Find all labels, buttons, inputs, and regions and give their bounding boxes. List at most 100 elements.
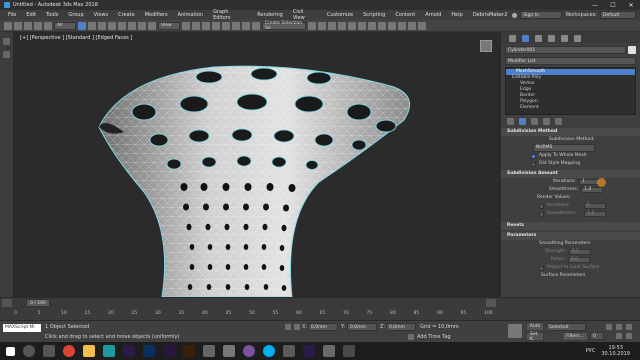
select-place-icon[interactable] xyxy=(148,21,156,30)
select-by-name-icon[interactable] xyxy=(88,21,96,30)
menu-tools[interactable]: Tools xyxy=(41,12,63,18)
app-icon-generic-2[interactable] xyxy=(223,345,235,357)
rectangular-selection-icon[interactable] xyxy=(98,21,106,30)
render-iterations-checkbox[interactable] xyxy=(539,203,544,209)
time-slider-prev[interactable] xyxy=(2,299,12,307)
menu-scripting[interactable]: Scripting xyxy=(358,12,390,18)
render-production-icon[interactable] xyxy=(398,21,406,30)
add-time-tag-label[interactable]: Add Time Tag xyxy=(417,334,451,340)
windows-start-icon[interactable] xyxy=(6,346,15,356)
apply-whole-mesh-checkbox[interactable] xyxy=(531,153,536,159)
spinner-snap-icon[interactable] xyxy=(242,21,250,30)
window-crossing-icon[interactable] xyxy=(108,21,116,30)
app-icon-generic-3[interactable] xyxy=(283,345,295,357)
material-editor-icon[interactable] xyxy=(368,21,376,30)
remove-modifier-icon[interactable] xyxy=(543,118,550,125)
show-end-result-icon[interactable] xyxy=(519,118,526,125)
after-effects-icon[interactable] xyxy=(163,345,175,357)
render-smoothness-checkbox[interactable] xyxy=(539,211,544,217)
edit-named-selection-icon[interactable] xyxy=(252,21,260,30)
select-rotate-icon[interactable] xyxy=(128,21,136,30)
menu-help[interactable]: Help xyxy=(446,12,467,18)
render-iterations-spinner[interactable]: 0 xyxy=(583,203,606,209)
pin-stack-icon[interactable] xyxy=(507,118,514,125)
track-bar[interactable]: 0 5 10 15 20 25 30 35 40 45 50 55 60 65 70 75 80 85 90 95 10… xyxy=(0,308,640,320)
modifier-list-dropdown[interactable]: Modifier List xyxy=(505,57,636,65)
subdivision-method-header[interactable]: Subdivision Method xyxy=(501,128,640,136)
motion-tab-icon[interactable] xyxy=(548,35,555,42)
resets-header[interactable]: Resets xyxy=(501,222,640,230)
bind-space-warp-icon[interactable] xyxy=(44,21,52,30)
smoothness-spinner[interactable]: 1,0 xyxy=(581,187,604,193)
modify-tab-icon[interactable] xyxy=(522,35,529,42)
keyboard-shortcut-icon[interactable] xyxy=(202,21,210,30)
maximize-button[interactable]: ☐ xyxy=(604,2,622,9)
unlink-icon[interactable] xyxy=(34,21,42,30)
vase-mesh[interactable] xyxy=(14,32,500,297)
project-limit-checkbox[interactable] xyxy=(539,265,544,271)
task-view-icon[interactable] xyxy=(43,345,55,357)
key-filter-dropdown[interactable]: Selected xyxy=(546,323,586,331)
close-button[interactable]: ✕ xyxy=(622,2,640,9)
menu-group[interactable]: Group xyxy=(63,12,88,18)
chrome-icon[interactable] xyxy=(63,345,75,357)
align-icon[interactable] xyxy=(318,21,326,30)
render-setup-icon[interactable] xyxy=(378,21,386,30)
add-time-tag-icon[interactable] xyxy=(408,334,414,340)
maxscript-listener[interactable]: MAXScript Mi xyxy=(3,324,41,332)
lock-selection-icon[interactable] xyxy=(285,324,291,330)
z-coordinate-field[interactable]: 0,0mm xyxy=(386,323,416,331)
play-icon[interactable] xyxy=(606,324,612,330)
pan-icon[interactable] xyxy=(616,333,622,339)
time-slider-thumb[interactable]: 0 / 100 xyxy=(26,299,50,307)
schematic-view-icon[interactable] xyxy=(358,21,366,30)
app-icon-generic-5[interactable] xyxy=(343,345,355,357)
zoom-extents-icon[interactable] xyxy=(616,324,622,330)
percent-snap-icon[interactable] xyxy=(232,21,240,30)
x-coordinate-field[interactable]: 0,0mm xyxy=(308,323,338,331)
strength-spinner[interactable]: 0,5 xyxy=(568,249,591,255)
menu-content[interactable]: Content xyxy=(390,12,420,18)
reference-coordinate-dropdown[interactable]: View xyxy=(158,21,180,30)
old-style-mapping-checkbox[interactable] xyxy=(531,161,536,167)
subdivision-amount-header[interactable]: Subdivision Amount xyxy=(501,170,640,178)
menu-modifiers[interactable]: Modifiers xyxy=(140,12,173,18)
app-icon-generic[interactable] xyxy=(203,345,215,357)
search-icon[interactable] xyxy=(23,345,35,357)
object-color-swatch[interactable] xyxy=(628,46,636,54)
illustrator-icon[interactable] xyxy=(183,345,195,357)
stack-item-element[interactable]: Element xyxy=(506,105,635,111)
premiere-icon-2[interactable] xyxy=(303,345,315,357)
undo-icon[interactable] xyxy=(4,21,12,30)
key-filters-button[interactable]: Filters... xyxy=(562,332,588,341)
system-clock[interactable]: 19:53 30.10.2019 xyxy=(601,345,630,357)
layer-explorer-icon[interactable] xyxy=(338,21,346,30)
y-coordinate-field[interactable]: 0,0mm xyxy=(347,323,377,331)
display-tab-icon[interactable] xyxy=(561,35,568,42)
viewport-label[interactable]: [+] [Perspective ] [Standard ] [Edged Fa… xyxy=(20,35,132,41)
parameters-header[interactable]: Parameters xyxy=(501,232,640,240)
keyboard-language[interactable]: РУС xyxy=(586,348,596,354)
relax-spinner[interactable]: 0,0 xyxy=(567,257,590,263)
auto-key-button[interactable]: Auto xyxy=(526,322,544,331)
angle-snap-icon[interactable] xyxy=(222,21,230,30)
premiere-icon[interactable] xyxy=(123,345,135,357)
make-unique-icon[interactable] xyxy=(531,118,538,125)
snaps-toggle-icon[interactable] xyxy=(212,21,220,30)
redo-icon[interactable] xyxy=(14,21,22,30)
app-icon-generic-4[interactable] xyxy=(323,345,335,357)
menu-customize[interactable]: Customize xyxy=(322,12,358,18)
minimize-button[interactable]: — xyxy=(586,2,604,9)
utilities-tab-icon[interactable] xyxy=(574,35,581,42)
viber-icon[interactable] xyxy=(243,345,255,357)
configure-modifier-sets-icon[interactable] xyxy=(555,118,562,125)
mirror-icon[interactable] xyxy=(308,21,316,30)
render-smoothness-spinner[interactable]: 1,0 xyxy=(584,211,607,217)
absolute-mode-icon[interactable] xyxy=(294,324,300,330)
menu-views[interactable]: Views xyxy=(89,12,113,18)
skype-icon[interactable] xyxy=(263,345,275,357)
menu-edit[interactable]: Edit xyxy=(21,12,41,18)
time-slider[interactable]: 0 / 100 xyxy=(0,297,640,308)
menu-animation[interactable]: Animation xyxy=(173,12,209,18)
link-icon[interactable] xyxy=(24,21,32,30)
